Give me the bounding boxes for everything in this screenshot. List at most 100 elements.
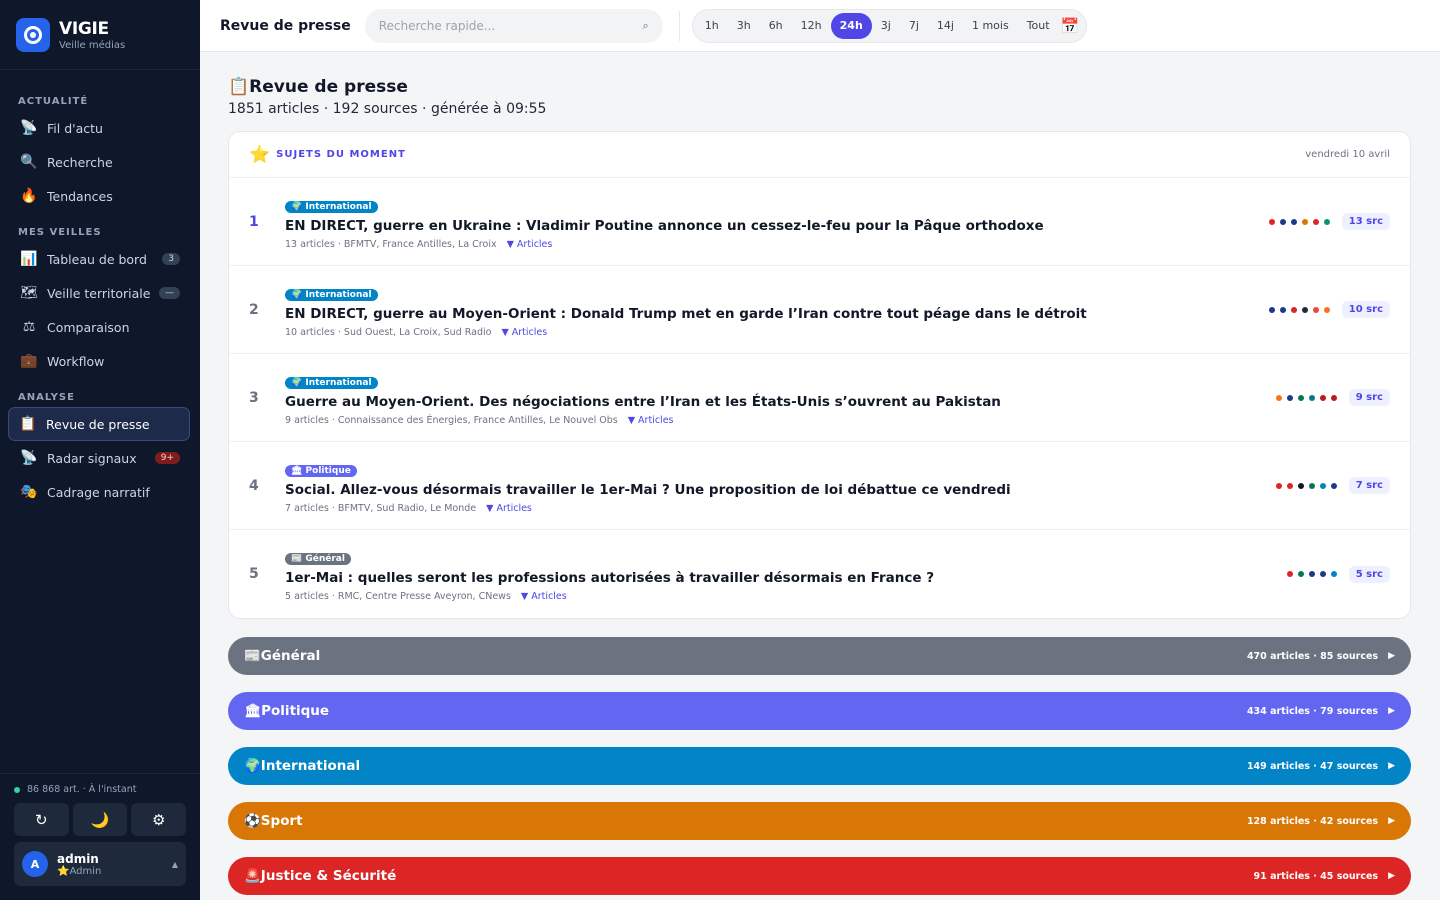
radar-icon: 📡 xyxy=(20,450,38,466)
quick-search[interactable]: ⌕ xyxy=(364,8,663,43)
sidebar-item-comparaison[interactable]: ⚖ Comparaison xyxy=(10,310,190,344)
category-name: ⚽Sport xyxy=(244,813,303,829)
source-dot xyxy=(1297,394,1304,401)
category-name: 🚨Justice & Sécurité xyxy=(244,868,397,884)
topic-row[interactable]: 3 🌍 International Guerre au Moyen-Orient… xyxy=(229,354,1410,442)
topic-rank: 4 xyxy=(249,477,259,494)
source-dot xyxy=(1319,482,1326,489)
sidebar-item-label: Comparaison xyxy=(47,319,130,335)
source-dot xyxy=(1308,394,1315,401)
category-international[interactable]: 🌍International 149 articles · 47 sources… xyxy=(228,747,1411,785)
category-general[interactable]: 📰Général 470 articles · 85 sources ▶ xyxy=(228,637,1411,675)
topic-meta: 5 articles · RMC, Centre Presse Aveyron,… xyxy=(285,591,511,602)
user-menu[interactable]: A admin ⭐Admin ▲ xyxy=(14,842,186,886)
period-6h[interactable]: 6h xyxy=(760,13,792,39)
topic-title[interactable]: 1er-Mai : quelles seront les professions… xyxy=(285,570,1287,586)
articles-toggle[interactable]: ▼ Articles xyxy=(521,591,567,602)
sidebar-item-fil-actu[interactable]: 📡 Fil d'actu xyxy=(10,111,190,145)
source-dot xyxy=(1330,394,1337,401)
sidebar-item-veille-territoriale[interactable]: 🗺 Veille territoriale — xyxy=(10,276,190,310)
source-dot xyxy=(1301,218,1308,225)
sidebar-item-label: Recherche xyxy=(47,154,113,170)
source-count-badge: 13 src xyxy=(1341,213,1390,230)
source-dot xyxy=(1279,218,1286,225)
sidebar: VIGIE Veille médias ACTUALITÉ 📡 Fil d'ac… xyxy=(0,0,200,900)
topic-row[interactable]: 5 📰 Général 1er-Mai : quelles seront les… xyxy=(229,530,1410,618)
nav-section-actualite: ACTUALITÉ xyxy=(18,96,89,107)
period-1h[interactable]: 1h xyxy=(696,13,728,39)
sidebar-item-cadrage-narratif[interactable]: 🎭 Cadrage narratif xyxy=(10,475,190,509)
source-dot xyxy=(1275,482,1282,489)
source-dot xyxy=(1279,306,1286,313)
topic-title[interactable]: EN DIRECT, guerre en Ukraine : Vladimir … xyxy=(285,218,1269,234)
period-3h[interactable]: 3h xyxy=(728,13,760,39)
sidebar-item-tendances[interactable]: 🔥 Tendances xyxy=(10,179,190,213)
category-politique[interactable]: 🏛Politique 434 articles · 79 sources ▶ xyxy=(228,692,1411,730)
divider xyxy=(678,10,680,41)
topic-row[interactable]: 2 🌍 International EN DIRECT, guerre au M… xyxy=(229,266,1410,354)
sidebar-item-label: Tendances xyxy=(47,188,113,204)
search-icon[interactable]: ⌕ xyxy=(643,19,649,33)
sidebar-item-label: Fil d'actu xyxy=(47,120,103,136)
topic-title[interactable]: Guerre au Moyen-Orient. Des négociations… xyxy=(285,394,1276,410)
clipboard-icon: 📋 xyxy=(19,416,37,432)
sidebar-item-tableau-de-bord[interactable]: 📊 Tableau de bord 3 xyxy=(10,242,190,276)
period-24h[interactable]: 24h xyxy=(830,12,872,39)
sidebar-item-label: Tableau de bord xyxy=(47,251,147,267)
category-meta: 91 articles · 45 sources xyxy=(1253,870,1379,882)
nav-section-mes-veilles: MES VEILLES xyxy=(18,227,102,238)
topic-rank: 5 xyxy=(249,566,259,582)
category-tag: 🌍 International xyxy=(285,376,378,389)
hot-topics-title: SUJETS DU MOMENT xyxy=(276,149,406,160)
category-tag: 🌍 International xyxy=(285,288,378,301)
calendar-icon[interactable]: 📅 xyxy=(1061,17,1080,35)
sidebar-item-workflow[interactable]: 💼 Workflow xyxy=(10,344,190,378)
user-name: admin xyxy=(57,851,99,866)
period-tout[interactable]: Tout xyxy=(1018,13,1059,39)
articles-toggle[interactable]: ▼ Articles xyxy=(501,327,547,338)
briefcase-icon: 💼 xyxy=(20,353,38,369)
source-dot xyxy=(1312,218,1319,225)
status-dot-icon xyxy=(14,786,20,793)
sidebar-item-label: Radar signaux xyxy=(47,450,137,466)
period-7j[interactable]: 7j xyxy=(900,13,928,39)
sidebar-item-label: Cadrage narratif xyxy=(47,484,150,500)
topic-row[interactable]: 4 🏛 Politique Social. Allez-vous désorma… xyxy=(229,442,1410,530)
refresh-button[interactable]: ↻ xyxy=(14,803,69,836)
period-3j[interactable]: 3j xyxy=(872,13,900,39)
topic-meta: 13 articles · BFMTV, France Antilles, La… xyxy=(285,238,497,250)
period-14j[interactable]: 14j xyxy=(928,13,963,39)
category-tag: 🌍 International xyxy=(285,200,378,213)
period-12h[interactable]: 12h xyxy=(792,13,831,39)
antenna-icon: 📡 xyxy=(20,120,38,136)
topic-meta: 9 articles · Connaissance des Énergies, … xyxy=(285,414,618,426)
sidebar-item-recherche[interactable]: 🔍 Recherche xyxy=(10,145,190,179)
hot-topics-card: ⭐ SUJETS DU MOMENT vendredi 10 avril 1 🌍… xyxy=(228,131,1411,619)
period-1-mois[interactable]: 1 mois xyxy=(963,13,1018,39)
articles-toggle[interactable]: ▼ Articles xyxy=(507,239,553,250)
theme-toggle-button[interactable]: 🌙 xyxy=(72,803,128,836)
articles-toggle[interactable]: ▼ Articles xyxy=(486,503,532,514)
search-input[interactable] xyxy=(378,18,643,33)
source-dots xyxy=(1275,482,1337,489)
chart-icon: 📊 xyxy=(20,251,38,267)
sidebar-item-radar-signaux[interactable]: 📡 Radar signaux 9+ xyxy=(10,441,190,475)
source-dot xyxy=(1323,218,1330,225)
articles-toggle[interactable]: ▼ Articles xyxy=(628,415,674,426)
sidebar-item-revue-de-presse[interactable]: 📋 Revue de presse xyxy=(8,407,190,441)
expand-arrow-icon: ▶ xyxy=(1388,761,1395,771)
topic-title[interactable]: EN DIRECT, guerre au Moyen-Orient : Dona… xyxy=(285,306,1269,322)
avatar: A xyxy=(22,851,48,877)
category-meta: 470 articles · 85 sources xyxy=(1246,650,1379,662)
topic-row[interactable]: 1 🌍 International EN DIRECT, guerre en U… xyxy=(229,178,1410,266)
sidebar-item-label: Workflow xyxy=(47,353,105,369)
category-justice-securite[interactable]: 🚨Justice & Sécurité 91 articles · 45 sou… xyxy=(228,857,1411,895)
topic-title[interactable]: Social. Allez-vous désormais travailler … xyxy=(285,482,1276,498)
category-sport[interactable]: ⚽Sport 128 articles · 42 sources ▶ xyxy=(228,802,1411,840)
source-count-badge: 10 src xyxy=(1341,301,1390,318)
star-icon: ⭐ xyxy=(249,144,271,165)
fire-icon: 🔥 xyxy=(20,188,38,204)
brand[interactable]: VIGIE Veille médias xyxy=(0,0,200,70)
settings-button[interactable]: ⚙ xyxy=(131,803,187,836)
source-dot xyxy=(1290,218,1297,225)
